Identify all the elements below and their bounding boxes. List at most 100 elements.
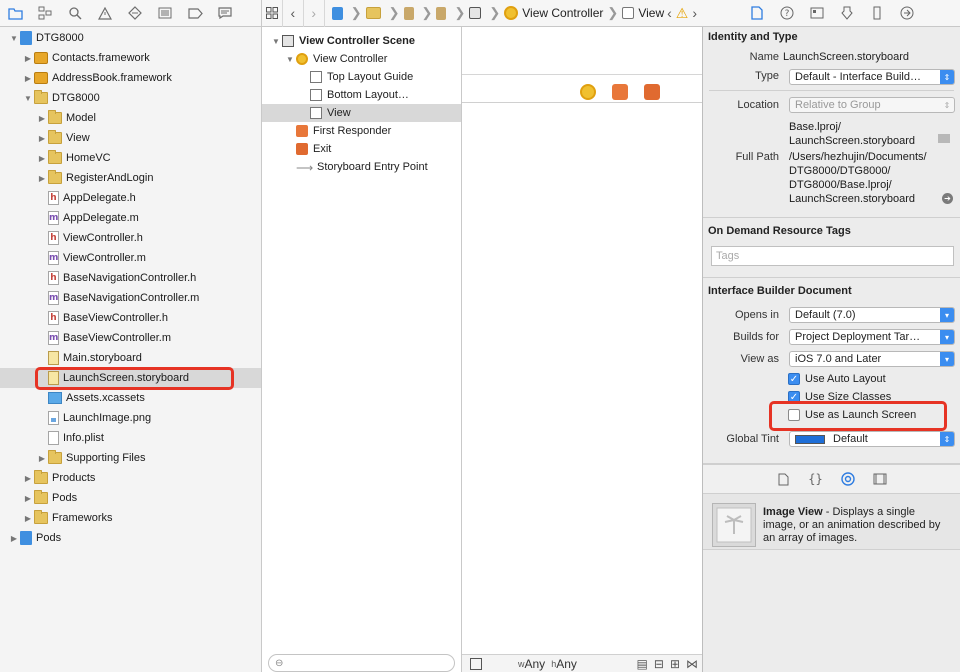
view-canvas[interactable] [462, 102, 702, 672]
connections-inspector-icon[interactable] [897, 3, 917, 23]
disclosure-closed-icon[interactable]: ▶ [22, 74, 34, 83]
breadcrumb-item[interactable] [466, 0, 488, 27]
outline-row[interactable]: Top Layout Guide [262, 68, 461, 86]
identity-inspector-icon[interactable] [807, 3, 827, 23]
tree-row[interactable]: ▶ HomeVC [0, 148, 261, 168]
disclosure-closed-icon[interactable]: ▶ [36, 174, 48, 183]
tree-row[interactable]: ▶ AddressBook.framework [0, 68, 261, 88]
storyboard-canvas[interactable]: w Any h Any ▤ ⊟ ⊞ ⋈ [462, 0, 703, 672]
opens-in-popup[interactable]: Default (7.0) ▾ [789, 307, 955, 323]
disclosure-closed-icon[interactable]: ▶ [22, 494, 34, 503]
outline-row[interactable]: First Responder [262, 122, 461, 140]
hierarchy-icon[interactable] [30, 0, 60, 27]
tree-row[interactable]: ▼ DTG8000 [0, 28, 261, 48]
outline-row[interactable]: ▼ View Controller Scene [262, 32, 461, 50]
resolve-icon[interactable]: ⋈ [686, 657, 698, 671]
disclosure-closed-icon[interactable]: ▶ [8, 534, 20, 543]
code-snippet-icon[interactable]: {} [807, 470, 825, 488]
use-size-classes-checkbox[interactable]: ✓ Use Size Classes [788, 391, 891, 403]
outline-filter-input[interactable]: ⊖ [268, 654, 455, 672]
location-popup[interactable]: Relative to Group ⇕ [789, 97, 955, 113]
tree-row[interactable]: ▶ Supporting Files [0, 448, 261, 468]
outline-row[interactable]: View [262, 104, 461, 122]
back-arrow-icon[interactable]: ‹ [283, 0, 304, 27]
tags-input[interactable]: Tags [711, 246, 954, 266]
tree-row[interactable]: h ViewController.h [0, 228, 261, 248]
pin-icon[interactable]: ⊞ [670, 657, 680, 671]
outline-row[interactable]: Bottom Layout… [262, 86, 461, 104]
type-popup[interactable]: Default - Interface Build… ⇕ [789, 69, 955, 85]
warning-icon[interactable] [90, 0, 120, 27]
disclosure-closed-icon[interactable]: ▶ [36, 114, 48, 123]
disclosure-closed-icon[interactable]: ▶ [22, 474, 34, 483]
breadcrumb-item[interactable] [363, 0, 388, 27]
tree-row[interactable]: m BaseNavigationController.m [0, 288, 261, 308]
builds-for-popup[interactable]: Project Deployment Tar… ▾ [789, 329, 955, 345]
align-icon[interactable]: ⊟ [654, 657, 664, 671]
forward-arrow-icon[interactable]: › [304, 0, 325, 27]
tree-row[interactable]: Assets.xcassets [0, 388, 261, 408]
tree-row[interactable]: ▶ View [0, 128, 261, 148]
tree-row[interactable]: ▶ Contacts.framework [0, 48, 261, 68]
file-inspector-icon[interactable] [747, 3, 767, 23]
disclosure-closed-icon[interactable]: ▶ [36, 134, 48, 143]
name-value[interactable]: LaunchScreen.storyboard [783, 51, 960, 63]
tree-row[interactable]: ▶ RegisterAndLogin [0, 168, 261, 188]
disclosure-open-icon[interactable]: ▼ [8, 34, 20, 43]
tree-row[interactable]: ▼ DTG8000 [0, 88, 261, 108]
disclosure-open-icon[interactable]: ▼ [22, 94, 34, 103]
tree-row[interactable]: ▶ Pods [0, 488, 261, 508]
folder-icon[interactable] [0, 0, 30, 27]
disclosure-closed-icon[interactable]: ▶ [22, 54, 34, 63]
view-as-popup[interactable]: iOS 7.0 and Later ▾ [789, 351, 955, 367]
tree-row[interactable]: Main.storyboard [0, 348, 261, 368]
first-responder-icon[interactable] [612, 84, 628, 100]
outline-row[interactable]: Exit [262, 140, 461, 158]
tree-row[interactable]: ▶ Model [0, 108, 261, 128]
warning-icon[interactable]: ⚠ [676, 5, 689, 22]
tree-row[interactable]: h AppDelegate.h [0, 188, 261, 208]
nav-next-icon[interactable]: › [692, 5, 697, 21]
breadcrumb-item[interactable] [401, 0, 421, 27]
global-tint-popup[interactable]: Default ⇕ [789, 431, 955, 447]
tree-row[interactable]: Info.plist [0, 428, 261, 448]
object-library-icon[interactable] [839, 470, 857, 488]
tree-row[interactable]: ▶ Pods [0, 528, 261, 548]
file-template-icon[interactable] [775, 470, 793, 488]
library-item-image-view[interactable]: Image View - Displays a single image, or… [703, 494, 960, 550]
list-icon[interactable] [150, 0, 180, 27]
size-class-width[interactable]: Any [525, 657, 546, 671]
breadcrumb-item[interactable] [329, 0, 350, 27]
stack-icon[interactable]: ▤ [637, 657, 648, 671]
message-icon[interactable] [210, 0, 240, 27]
outline-toggle-icon[interactable] [470, 657, 482, 670]
disclosure-closed-icon[interactable]: ▶ [36, 154, 48, 163]
view-controller-icon[interactable] [580, 84, 596, 100]
use-auto-layout-checkbox[interactable]: ✓ Use Auto Layout [788, 373, 886, 385]
size-class-height[interactable]: Any [556, 657, 577, 671]
outline-row[interactable]: ⟶ Storyboard Entry Point [262, 158, 461, 176]
quick-help-icon[interactable]: ? [777, 3, 797, 23]
tree-row[interactable]: h BaseNavigationController.h [0, 268, 261, 288]
tree-row[interactable]: ▶ Frameworks [0, 508, 261, 528]
disclosure-open-icon[interactable]: ▼ [270, 37, 282, 46]
disclosure-closed-icon[interactable]: ▶ [36, 454, 48, 463]
breadcrumb-item[interactable]: View Controller [501, 0, 606, 27]
breadcrumb-item[interactable]: View [619, 0, 667, 27]
tree-row[interactable]: ▶ Products [0, 468, 261, 488]
tree-row-selected[interactable]: LaunchScreen.storyboard [0, 368, 261, 388]
search-icon[interactable] [60, 0, 90, 27]
tree-row[interactable]: m AppDelegate.m [0, 208, 261, 228]
exit-icon[interactable] [644, 84, 660, 100]
disclosure-closed-icon[interactable]: ▶ [22, 514, 34, 523]
folder-icon[interactable] [938, 134, 950, 143]
attributes-inspector-icon[interactable] [837, 3, 857, 23]
tree-row[interactable]: LaunchImage.png [0, 408, 261, 428]
outline-row[interactable]: ▼ View Controller [262, 50, 461, 68]
reveal-in-finder-icon[interactable]: ➔ [942, 193, 953, 204]
tree-row[interactable]: h BaseViewController.h [0, 308, 261, 328]
diamond-icon[interactable] [120, 0, 150, 27]
tree-row[interactable]: m BaseViewController.m [0, 328, 261, 348]
size-inspector-icon[interactable] [867, 3, 887, 23]
media-library-icon[interactable] [871, 470, 889, 488]
